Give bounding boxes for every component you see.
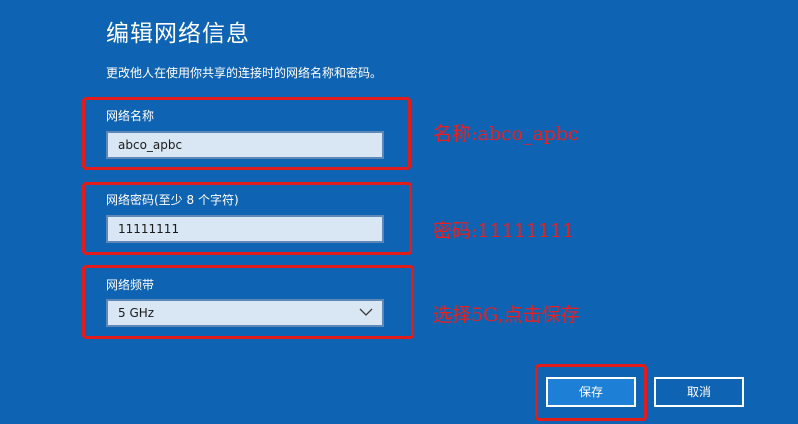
network-band-value: 5 GHz — [118, 306, 155, 320]
network-name-input[interactable]: abco_apbc — [106, 131, 384, 159]
cancel-button[interactable]: 取消 — [654, 377, 744, 407]
network-band-label: 网络频带 — [106, 278, 155, 292]
save-button[interactable]: 保存 — [546, 377, 636, 407]
annotation-band: 选择5G,点击保存 — [433, 304, 580, 326]
network-band-select[interactable]: 5 GHz — [106, 299, 384, 327]
dialog-subtitle: 更改他人在使用你共享的连接时的网络名称和密码。 — [106, 66, 383, 80]
dialog-title: 编辑网络信息 — [106, 21, 250, 47]
network-password-label: 网络密码(至少 8 个字符) — [106, 193, 239, 207]
network-password-input[interactable]: 11111111 — [106, 215, 384, 243]
annotation-name: 名称:abco_apbc — [433, 123, 579, 145]
network-name-label: 网络名称 — [106, 109, 155, 123]
chevron-down-icon — [359, 308, 373, 316]
annotation-password: 密码:11111111 — [433, 220, 575, 242]
